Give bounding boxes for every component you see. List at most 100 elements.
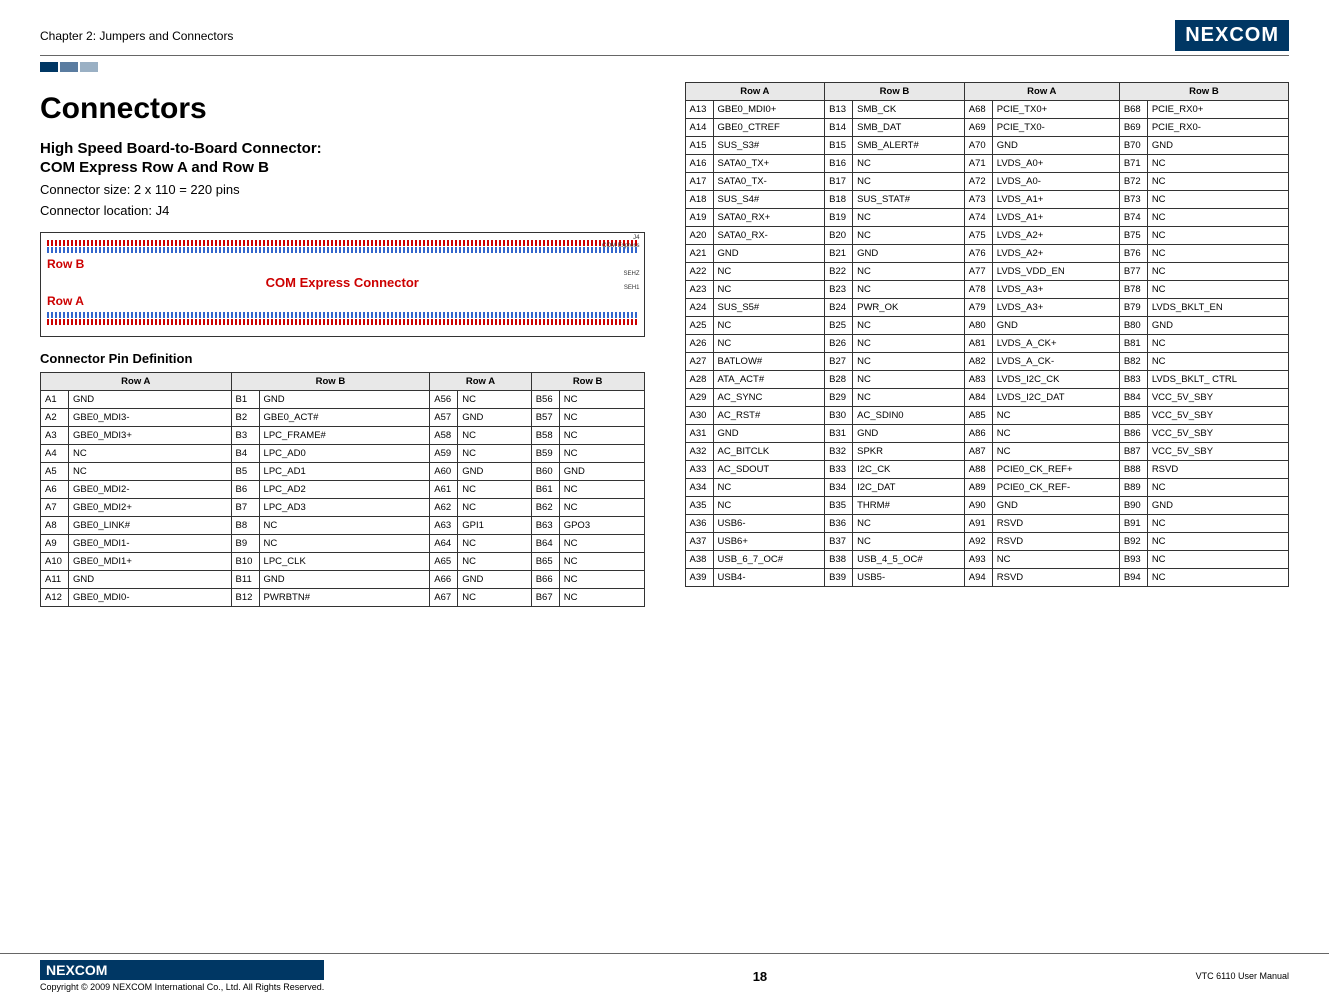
cell: GBE0_MDI2- xyxy=(69,481,232,499)
cell: GND xyxy=(853,245,965,263)
cell: A11 xyxy=(41,571,69,589)
cell: USB6- xyxy=(713,515,825,533)
cell: A17 xyxy=(685,173,713,191)
cell: A89 xyxy=(964,479,992,497)
cell: A66 xyxy=(430,571,458,589)
cell: LVDS_I2C_CK xyxy=(992,371,1119,389)
cell: A25 xyxy=(685,317,713,335)
cell: A73 xyxy=(964,191,992,209)
cell: A38 xyxy=(685,551,713,569)
cell: B12 xyxy=(231,589,259,607)
cell: LPC_AD1 xyxy=(259,463,430,481)
footer-logo: NEXCOM xyxy=(40,960,324,980)
cell: A68 xyxy=(964,101,992,119)
cell: NC xyxy=(992,551,1119,569)
cell: NC xyxy=(713,263,825,281)
cell: LPC_AD3 xyxy=(259,499,430,517)
cell: A65 xyxy=(430,553,458,571)
right-column: Row A Row B Row A Row B A13GBE0_MDI0+B13… xyxy=(685,82,1290,940)
cell: LVDS_A_CK- xyxy=(992,353,1119,371)
cell: NC xyxy=(1147,515,1288,533)
cell: A74 xyxy=(964,209,992,227)
cell: AC_SYNC xyxy=(713,389,825,407)
cell: B58 xyxy=(531,427,559,445)
cell: A75 xyxy=(964,227,992,245)
table-row: A15SUS_S3#B15SMB_ALERT#A70GNDB70GND xyxy=(685,137,1289,155)
cell: B13 xyxy=(825,101,853,119)
cell: AC_RST# xyxy=(713,407,825,425)
cell: A62 xyxy=(430,499,458,517)
cell: GND xyxy=(458,571,531,589)
cell: A14 xyxy=(685,119,713,137)
cell: SUS_S4# xyxy=(713,191,825,209)
cell: PWR_OK xyxy=(853,299,965,317)
j4-label: J4 xyxy=(633,235,639,241)
cell: A91 xyxy=(964,515,992,533)
table-row: A39USB4-B39USB5-A94RSVDB94NC xyxy=(685,569,1289,587)
cell: GND xyxy=(1147,317,1288,335)
cell: B90 xyxy=(1119,497,1147,515)
cell: B94 xyxy=(1119,569,1147,587)
cell: NC xyxy=(853,515,965,533)
cell: B30 xyxy=(825,407,853,425)
cell: GND xyxy=(992,497,1119,515)
cell: B56 xyxy=(531,391,559,409)
cell: NC xyxy=(458,499,531,517)
table-row: A11GNDB11GNDA66GNDB66NC xyxy=(41,571,645,589)
cell: NC xyxy=(713,317,825,335)
cell: A77 xyxy=(964,263,992,281)
table-row: A38USB_6_7_OC#B38USB_4_5_OC#A93NCB93NC xyxy=(685,551,1289,569)
cell: B29 xyxy=(825,389,853,407)
cell: NC xyxy=(992,443,1119,461)
table-row: A31GNDB31GNDA86NCB86VCC_5V_SBY xyxy=(685,425,1289,443)
section-heading-2: COM Express Row A and Row B xyxy=(40,159,645,176)
cell: B36 xyxy=(825,515,853,533)
cell: B20 xyxy=(825,227,853,245)
connector-label: COM Express Connector xyxy=(47,275,638,290)
chapter-title: Chapter 2: Jumpers and Connectors xyxy=(40,29,233,43)
cell: A93 xyxy=(964,551,992,569)
table-row: A26NCB26NCA81LVDS_A_CK+B81NC xyxy=(685,335,1289,353)
cell: B5 xyxy=(231,463,259,481)
cell: GND xyxy=(992,137,1119,155)
table-row: A27BATLOW#B27NCA82LVDS_A_CK-B82NC xyxy=(685,353,1289,371)
table-row: A10GBE0_MDI1+B10LPC_CLKA65NCB65NC xyxy=(41,553,645,571)
table-row: A37USB6+B37NCA92RSVDB92NC xyxy=(685,533,1289,551)
cell: LVDS_I2C_DAT xyxy=(992,389,1119,407)
cell: LVDS_VDD_EN xyxy=(992,263,1119,281)
table-row: A21GNDB21GNDA76LVDS_A2+B76NC xyxy=(685,245,1289,263)
cell: GBE0_MDI1+ xyxy=(69,553,232,571)
table-row: A14GBE0_CTREFB14SMB_DATA69PCIE_TX0-B69PC… xyxy=(685,119,1289,137)
cell: NC xyxy=(1147,353,1288,371)
table-row: A8GBE0_LINK#B8NCA63GPI1B63GPO3 xyxy=(41,517,645,535)
cell: A20 xyxy=(685,227,713,245)
cell: B23 xyxy=(825,281,853,299)
cell: A6 xyxy=(41,481,69,499)
cell: A29 xyxy=(685,389,713,407)
cell: NC xyxy=(1147,209,1288,227)
cell: GBE0_ACT# xyxy=(259,409,430,427)
left-column: Connectors High Speed Board-to-Board Con… xyxy=(40,82,645,940)
cell: NC xyxy=(559,409,644,427)
cell: B28 xyxy=(825,371,853,389)
cell: AC_SDOUT xyxy=(713,461,825,479)
cell: A16 xyxy=(685,155,713,173)
cell: SUS_S5# xyxy=(713,299,825,317)
cell: B1 xyxy=(231,391,259,409)
cell: NC xyxy=(1147,227,1288,245)
table-row: A12GBE0_MDI0-B12PWRBTN#A67NCB67NC xyxy=(41,589,645,607)
cell: RSVD xyxy=(1147,461,1288,479)
cell: NC xyxy=(1147,551,1288,569)
cell: NC xyxy=(458,589,531,607)
connector-size: Connector size: 2 x 110 = 220 pins xyxy=(40,182,645,197)
sehz-label: SEHZ xyxy=(623,271,639,277)
cell: NC xyxy=(1147,191,1288,209)
table-row: A19SATA0_RX+B19NCA74LVDS_A1+B74NC xyxy=(685,209,1289,227)
table-row: A23NCB23NCA78LVDS_A3+B78NC xyxy=(685,281,1289,299)
cell: NC xyxy=(1147,173,1288,191)
th-rowB2: Row B xyxy=(531,373,644,391)
cell: A10 xyxy=(41,553,69,571)
cell: A39 xyxy=(685,569,713,587)
cell: LVDS_A0- xyxy=(992,173,1119,191)
cell: A88 xyxy=(964,461,992,479)
